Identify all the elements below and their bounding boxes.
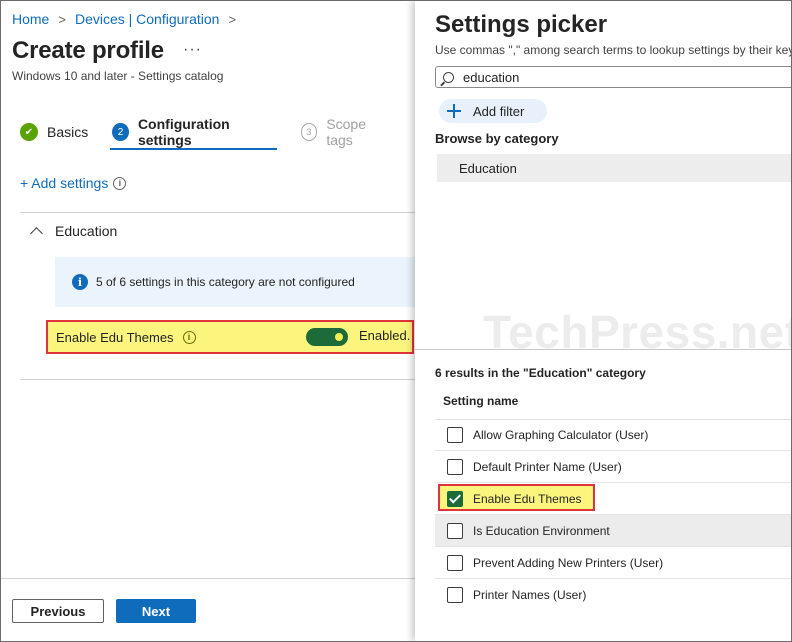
info-icon[interactable]: i xyxy=(113,176,127,190)
page-title: Create profile xyxy=(12,37,164,64)
checkbox[interactable] xyxy=(447,426,463,443)
settings-picker-pane: Settings picker Use commas "," among sea… xyxy=(415,1,791,641)
toggle-state-label: Enabled. xyxy=(359,328,411,343)
watermark: TechPress.net xyxy=(483,306,791,358)
results-count-label: 6 results in the "Education" category xyxy=(435,366,646,380)
checkbox-checked[interactable] xyxy=(447,490,463,507)
info-banner: i 5 of 6 settings in this category are n… xyxy=(55,257,415,307)
search-input[interactable]: education xyxy=(435,66,791,88)
step-label: Configuration settings xyxy=(137,116,230,148)
setting-name: Enable Edu Themes xyxy=(56,329,174,345)
chevron-right-icon: > xyxy=(58,11,66,27)
info-icon: i xyxy=(72,274,88,290)
search-icon xyxy=(443,71,454,83)
more-options-icon[interactable]: ··· xyxy=(183,41,202,59)
wizard-steps: ✔ Basics 2 Configuration settings 3 Scop… xyxy=(20,116,415,152)
result-row[interactable]: Prevent Adding New Printers (User) xyxy=(435,547,791,579)
step-label: Scope tags xyxy=(326,116,367,148)
info-icon[interactable]: i xyxy=(182,330,196,344)
result-label: Prevent Adding New Printers (User) xyxy=(473,555,664,570)
result-label: Is Education Environment xyxy=(473,523,610,538)
checkbox[interactable] xyxy=(447,587,463,603)
step-scope-tags[interactable]: 3 Scope tags xyxy=(300,116,391,148)
result-row[interactable]: Default Printer Name (User) xyxy=(435,451,791,483)
checkbox[interactable] xyxy=(447,458,463,475)
chevron-right-icon: > xyxy=(228,11,237,27)
step-number: 3 xyxy=(300,123,318,141)
setting-row-enable-edu-themes: Enable Edu Themes i Enabled. xyxy=(46,320,414,354)
breadcrumb-devices-configuration[interactable]: Devices | Configuration xyxy=(75,11,219,27)
previous-button[interactable]: Previous xyxy=(12,599,104,623)
breadcrumb-home[interactable]: Home xyxy=(12,11,49,27)
footer-divider xyxy=(1,578,415,579)
step-label: Basics xyxy=(47,124,89,140)
section-title: Education xyxy=(55,223,118,239)
add-settings-link[interactable]: + Add settings i xyxy=(20,175,127,191)
result-label: Printer Names (User) xyxy=(473,588,587,602)
result-row[interactable]: Is Education Environment xyxy=(435,515,791,547)
result-row[interactable]: Printer Names (User) xyxy=(435,579,791,611)
app-frame: Home > Devices | Configuration > Create … xyxy=(0,0,792,642)
step-configuration-settings[interactable]: 2 Configuration settings xyxy=(110,116,277,150)
category-item-education[interactable]: Education xyxy=(437,154,791,182)
page-subtitle: Windows 10 and later - Settings catalog xyxy=(12,69,224,83)
results-divider xyxy=(415,349,791,350)
result-row[interactable]: Enable Edu Themes xyxy=(435,483,791,515)
add-filter-label: Add filter xyxy=(473,103,525,119)
picker-title: Settings picker xyxy=(435,11,608,38)
checkbox[interactable] xyxy=(447,522,463,539)
chevron-up-icon xyxy=(30,227,43,240)
result-label: Enable Edu Themes xyxy=(473,491,582,506)
add-filter-button[interactable]: Add filter xyxy=(439,99,547,123)
create-profile-pane: Home > Devices | Configuration > Create … xyxy=(1,1,415,641)
browse-by-category-label: Browse by category xyxy=(435,131,559,146)
plus-icon xyxy=(447,104,461,118)
results-list: Allow Graphing Calculator (User) Default… xyxy=(435,419,791,611)
checkmark-icon: ✔ xyxy=(20,123,38,141)
result-row[interactable]: Allow Graphing Calculator (User) xyxy=(435,419,791,451)
category-label: Education xyxy=(459,160,517,176)
checkbox[interactable] xyxy=(447,554,463,571)
breadcrumb: Home > Devices | Configuration > xyxy=(12,11,245,27)
step-number: 2 xyxy=(112,123,129,141)
next-button[interactable]: Next xyxy=(116,599,196,623)
search-value[interactable]: education xyxy=(463,70,519,85)
toggle-knob xyxy=(335,333,343,341)
result-label: Default Printer Name (User) xyxy=(473,459,622,474)
section-header[interactable]: Education xyxy=(30,223,118,240)
picker-description: Use commas "," among search terms to loo… xyxy=(435,43,791,57)
education-section: Education i 5 of 6 settings in this cate… xyxy=(20,212,415,380)
add-settings-label: + Add settings xyxy=(20,175,109,191)
result-label: Allow Graphing Calculator (User) xyxy=(473,427,649,442)
info-banner-text: 5 of 6 settings in this category are not… xyxy=(96,275,355,289)
enable-edu-themes-toggle[interactable] xyxy=(306,328,348,346)
step-basics[interactable]: ✔ Basics xyxy=(20,120,88,144)
column-header-setting-name[interactable]: Setting name xyxy=(443,394,518,408)
